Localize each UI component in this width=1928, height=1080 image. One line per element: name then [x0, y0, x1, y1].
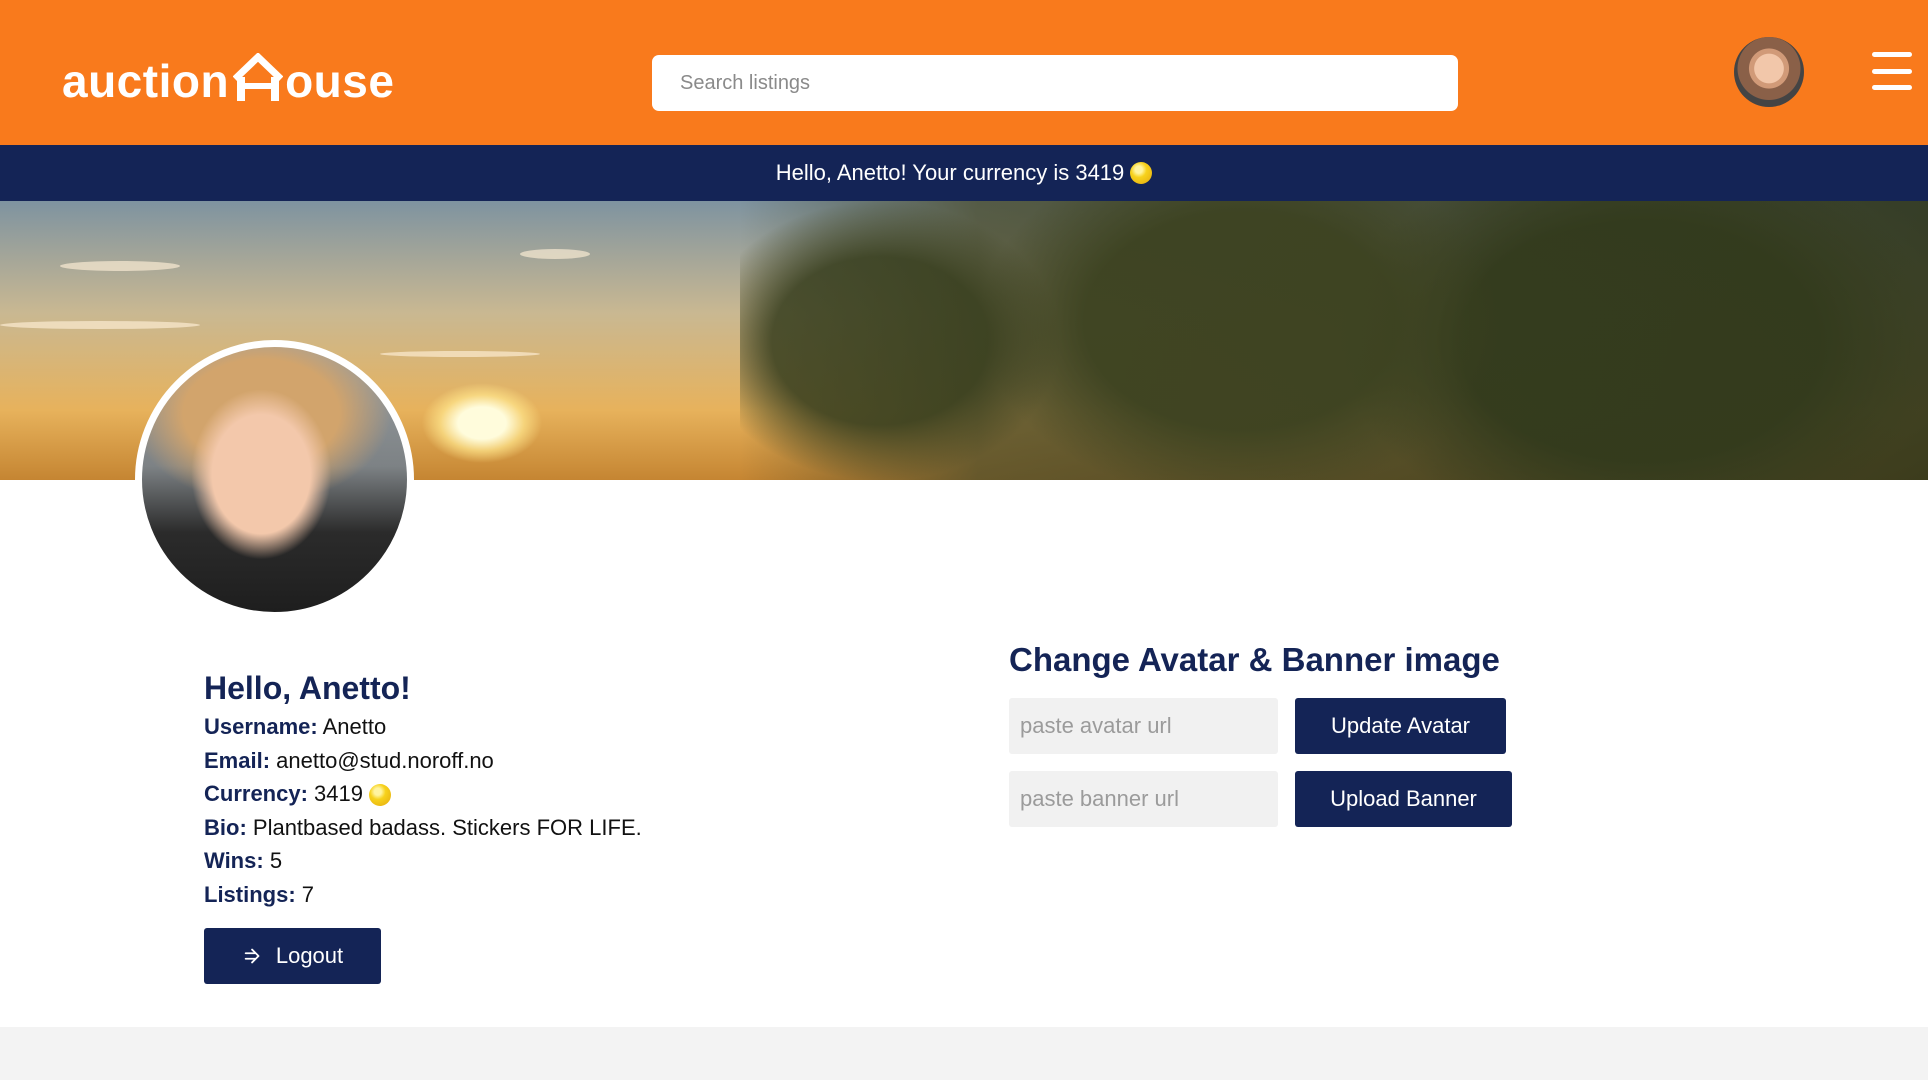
logo-text-left: auction — [62, 55, 230, 107]
profile-field-listings: Listings: 7 — [204, 881, 315, 907]
coin-icon — [1130, 162, 1153, 184]
profile-info: Hello, Anetto! Username: Anetto Email: a… — [204, 668, 642, 911]
logo-text-right: ouse — [285, 55, 395, 107]
search-input[interactable] — [652, 55, 1458, 111]
logout-button[interactable]: Logout — [204, 928, 381, 984]
profile-avatar — [135, 340, 414, 619]
logout-icon — [244, 948, 260, 964]
profile-field-bio: Bio: Plantbased badass. Stickers FOR LIF… — [204, 814, 642, 840]
update-avatar-button[interactable]: Update Avatar — [1295, 698, 1506, 754]
coin-icon — [369, 784, 391, 807]
profile-field-email: Email: anetto@stud.noroff.no — [204, 747, 494, 773]
auction-house-logo[interactable]: auction ouse — [62, 48, 394, 104]
profile-field-wins: Wins: 5 — [204, 848, 283, 873]
hamburger-menu-icon[interactable] — [1872, 52, 1912, 90]
change-images-title: Change Avatar & Banner image — [1009, 641, 1500, 678]
house-h-icon — [233, 53, 284, 101]
profile-field-username: Username: Anetto — [204, 714, 387, 739]
banner-trees — [740, 201, 1928, 480]
profile-field-currency: Currency: 3419 — [204, 777, 642, 811]
logout-label: Logout — [275, 943, 344, 968]
greeting-bar-text: Hello, Anetto! Your currency is 3419 — [775, 160, 1125, 185]
currency-greeting-bar: Hello, Anetto! Your currency is 3419 — [0, 145, 1928, 201]
banner-url-input[interactable] — [1009, 771, 1278, 827]
upload-banner-button[interactable]: Upload Banner — [1295, 771, 1512, 827]
top-header: auction ouse — [0, 0, 1928, 145]
avatar-url-input[interactable] — [1009, 698, 1278, 754]
profile-greeting: Hello, Anetto! — [204, 670, 411, 706]
header-avatar[interactable] — [1734, 37, 1804, 107]
